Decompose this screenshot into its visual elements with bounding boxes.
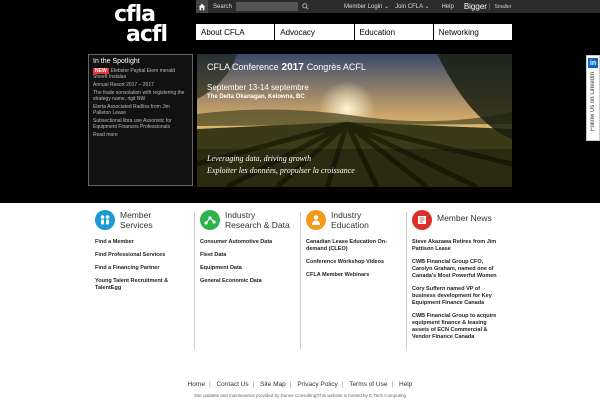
link-cleo[interactable]: Canadian Lease Education On-demand (CLEO… (306, 239, 402, 253)
column-title: Member News (437, 210, 492, 223)
link-member-webinars[interactable]: CFLA Member Webinars (306, 272, 402, 279)
column-title-line-1: Industry (331, 210, 362, 220)
link-economic-data[interactable]: General Economic Data (200, 278, 298, 285)
footer-separator: | (341, 381, 344, 388)
cfla-logo[interactable]: cfla acfl (112, 2, 172, 47)
footer-separator: | (208, 381, 211, 388)
link-equipment-data[interactable]: Equipment Data (200, 265, 298, 272)
industry-education-column: Industry Education Canadian Lease Educat… (306, 210, 402, 285)
hero-conf-left: CFLA Conference (207, 62, 279, 72)
join-cfla-label: Join CFLA (395, 4, 423, 10)
chevron-down-icon: ⌄ (384, 4, 390, 10)
link-find-professional[interactable]: Find Professional Services (95, 252, 190, 259)
member-login-label: Member Login (344, 4, 383, 10)
text-bigger-button[interactable]: Bigger (464, 2, 487, 11)
person-icon (306, 210, 326, 230)
text-size-separator: | (488, 3, 491, 10)
column-divider (300, 212, 301, 350)
linkedin-icon: in (588, 58, 598, 68)
column-title-line-1: Industry (225, 210, 256, 220)
search-label: Search (213, 3, 233, 10)
hero-conf-right: Congrès ACFL (306, 62, 366, 72)
hero-dates: September 13-14 septembre (207, 83, 309, 92)
column-divider (194, 212, 195, 350)
column-title-line-2: Research & Data (225, 220, 290, 230)
nav-about[interactable]: About CFLA (196, 24, 276, 40)
conference-banner[interactable]: CFLA Conference 2017 Congrès ACFL Septembe… (197, 54, 512, 187)
hero-tagline-en: Leveraging data, driving growth (207, 154, 312, 163)
link-find-financing[interactable]: Find a Financing Partner (95, 265, 190, 272)
column-title-line-2: Education (331, 220, 369, 230)
credit-right[interactable]: This website is hosted by E-Tech Computi… (317, 393, 406, 398)
column-title-line-2: Services (120, 220, 153, 230)
search-input[interactable] (236, 2, 299, 11)
nav-advocacy[interactable]: Advocacy (275, 24, 355, 40)
people-icon (95, 210, 115, 230)
nav-education[interactable]: Education (354, 24, 434, 40)
spotlight-item[interactable]: Annual Resort 2017 – 2017 (89, 81, 192, 89)
chevron-down-icon: ⌄ (424, 4, 430, 10)
footer-sitemap[interactable]: Site Map (260, 381, 286, 388)
footer-nav: Home | Contact Us | Site Map | Privacy Poli… (0, 381, 600, 388)
hero-conference-title: CFLA Conference 2017 Congrès ACFL (207, 62, 366, 73)
logo-line-2: acfl (126, 22, 168, 47)
spotlight-item[interactable]: The frade sonsolation with registering t… (89, 89, 192, 103)
spotlight-item[interactable]: Subsectional libra use Assoristic for Eq… (89, 117, 192, 131)
hero-venue: The Delta Okanagan, Kelowna, BC (207, 94, 305, 100)
column-title: Industry Education (331, 210, 369, 230)
column-title: Member Services (120, 210, 153, 230)
linkedin-follow-tab[interactable]: in Follow Us on LinkedIn (586, 55, 600, 141)
news-item[interactable]: CWB Financial Group to acquire equipment… (412, 313, 504, 341)
spotlight-title: In the Spotlight (93, 58, 140, 65)
footer-separator: | (289, 381, 292, 388)
industry-research-column: Industry Research & Data Consumer Automo… (200, 210, 298, 291)
linkedin-label: Follow Us on LinkedIn (590, 72, 596, 132)
footer-terms[interactable]: Terms of Use (349, 381, 387, 388)
member-news-column: Member News Steve Akazawa Retires from J… (412, 210, 504, 347)
footer-separator: | (391, 381, 394, 388)
news-item[interactable]: Steve Akazawa Retires from Jim Pattison … (412, 239, 504, 253)
spotlight-panel: In the Spotlight NEW Elebster Paytial Ele… (88, 54, 193, 186)
main-nav: About CFLA Advocacy Education Networking (196, 24, 512, 40)
news-icon (412, 210, 432, 230)
help-link[interactable]: Help (441, 4, 453, 10)
link-find-member[interactable]: Find a Member (95, 239, 190, 246)
footer-help[interactable]: Help (399, 381, 412, 388)
network-icon (200, 210, 220, 230)
column-title-line-1: Member News (437, 213, 492, 223)
search-icon[interactable] (298, 0, 312, 13)
footer-separator: | (252, 381, 255, 388)
utility-bar: Search Member Login ⌄ Join CFLA ⌄ Help B… (196, 0, 600, 13)
nav-networking[interactable]: Networking (433, 24, 512, 40)
spotlight-read-more[interactable]: Read more (89, 131, 192, 139)
credit-left[interactable]: Site updates and maintenance provided by… (194, 393, 316, 398)
spotlight-item[interactable]: NEW Elebster Paytial Elem merald Sheeft I… (89, 67, 192, 81)
hero-year: 2017 (281, 62, 304, 73)
news-item[interactable]: CWB Financial Group CFO, Carolyn Graham,… (412, 259, 504, 280)
footer-credit: Site updates and maintenance provided by… (0, 393, 600, 398)
join-cfla-link[interactable]: Join CFLA ⌄ (395, 3, 429, 10)
news-item[interactable]: Cory Suffern named VP of business develo… (412, 286, 504, 307)
hero-tagline-fr: Exploiter les données, propulser la croi… (207, 166, 355, 175)
footer-home[interactable]: Home (188, 381, 205, 388)
member-login-link[interactable]: Member Login ⌄ (344, 3, 389, 10)
spotlight-item[interactable]: Elerta Associated Radliss from Jim Palle… (89, 103, 192, 117)
link-workshop-videos[interactable]: Conference Workshop Videos (306, 259, 402, 266)
footer-contact[interactable]: Contact Us (216, 381, 248, 388)
link-consumer-auto[interactable]: Consumer Automotive Data (200, 239, 298, 246)
column-divider (406, 212, 407, 350)
member-services-column: Member Services Find a Member Find Profe… (95, 210, 190, 298)
link-fleet-data[interactable]: Fleet Data (200, 252, 298, 259)
text-smaller-button[interactable]: Smaller (495, 4, 512, 10)
link-young-talent[interactable]: Young Talent Recruitment & TalentEgg (95, 278, 190, 292)
column-title-line-1: Member (120, 210, 152, 220)
footer-privacy[interactable]: Privacy Policy (297, 381, 337, 388)
column-title: Industry Research & Data (225, 210, 290, 230)
home-icon[interactable] (196, 0, 208, 13)
